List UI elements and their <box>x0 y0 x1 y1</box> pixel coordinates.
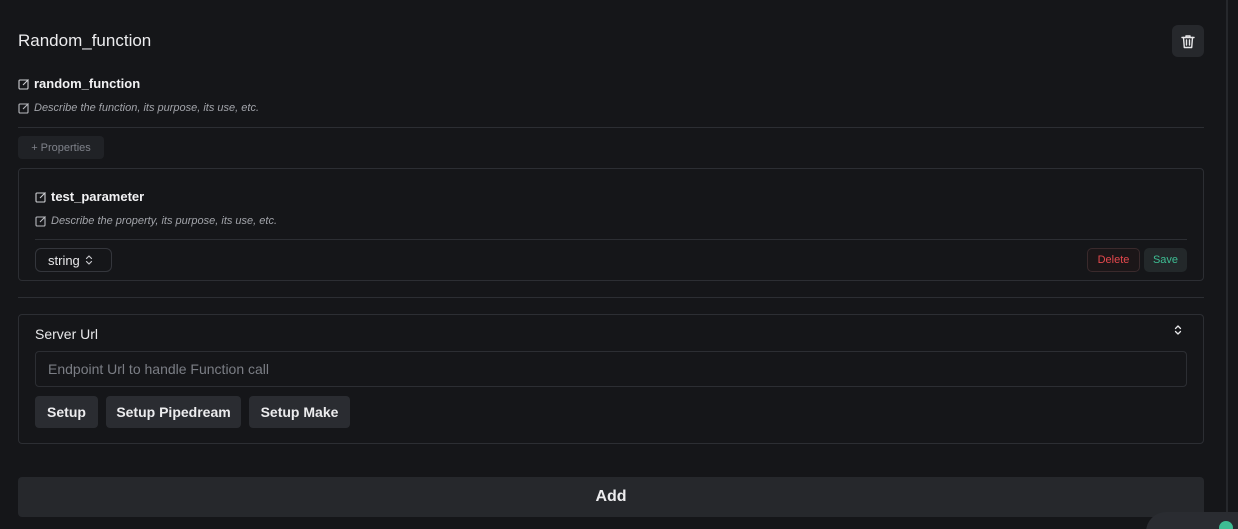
delete-function-button[interactable] <box>1172 25 1204 57</box>
add-properties-button[interactable]: + Properties <box>18 136 104 159</box>
add-button[interactable]: Add <box>18 477 1204 517</box>
divider <box>18 297 1204 298</box>
server-url-input[interactable] <box>35 351 1187 387</box>
property-type-select[interactable]: string <box>35 248 112 272</box>
server-url-card: Server Url Setup Setup Pipedream Setup M… <box>18 314 1204 444</box>
trash-icon <box>1181 34 1195 48</box>
property-description-row[interactable]: Describe the property, its purpose, its … <box>35 215 277 227</box>
function-title: Random_function <box>18 31 152 50</box>
setup-button[interactable]: Setup <box>35 396 98 428</box>
edit-icon <box>18 78 29 90</box>
function-description-row[interactable]: Describe the function, its purpose, its … <box>18 102 259 114</box>
chat-widget-icon[interactable] <box>1219 521 1233 529</box>
server-url-label: Server Url <box>35 326 99 342</box>
property-type-value: string <box>48 252 80 268</box>
property-description[interactable]: Describe the property, its purpose, its … <box>51 215 277 227</box>
delete-property-button[interactable]: Delete <box>1087 248 1140 272</box>
chevron-updown-icon <box>1174 325 1182 335</box>
edit-icon <box>35 191 46 203</box>
divider <box>35 239 1187 240</box>
property-name-row[interactable]: test_parameter <box>35 189 144 204</box>
function-name-row[interactable]: random_function <box>18 76 140 91</box>
property-card: test_parameter Describe the property, it… <box>18 168 1204 281</box>
function-description[interactable]: Describe the function, its purpose, its … <box>34 102 259 114</box>
edit-icon <box>18 103 29 114</box>
edit-icon <box>35 216 46 227</box>
setup-pipedream-button[interactable]: Setup Pipedream <box>106 396 241 428</box>
divider <box>18 127 1204 128</box>
collapse-toggle[interactable] <box>1171 323 1185 337</box>
chevron-updown-icon <box>85 255 92 265</box>
function-name[interactable]: random_function <box>34 76 140 91</box>
function-editor: Random_function random_function Describe… <box>18 0 1204 529</box>
setup-make-button[interactable]: Setup Make <box>249 396 350 428</box>
property-name[interactable]: test_parameter <box>51 189 144 204</box>
save-property-button[interactable]: Save <box>1144 248 1187 272</box>
scrollbar-track[interactable] <box>1226 0 1228 529</box>
